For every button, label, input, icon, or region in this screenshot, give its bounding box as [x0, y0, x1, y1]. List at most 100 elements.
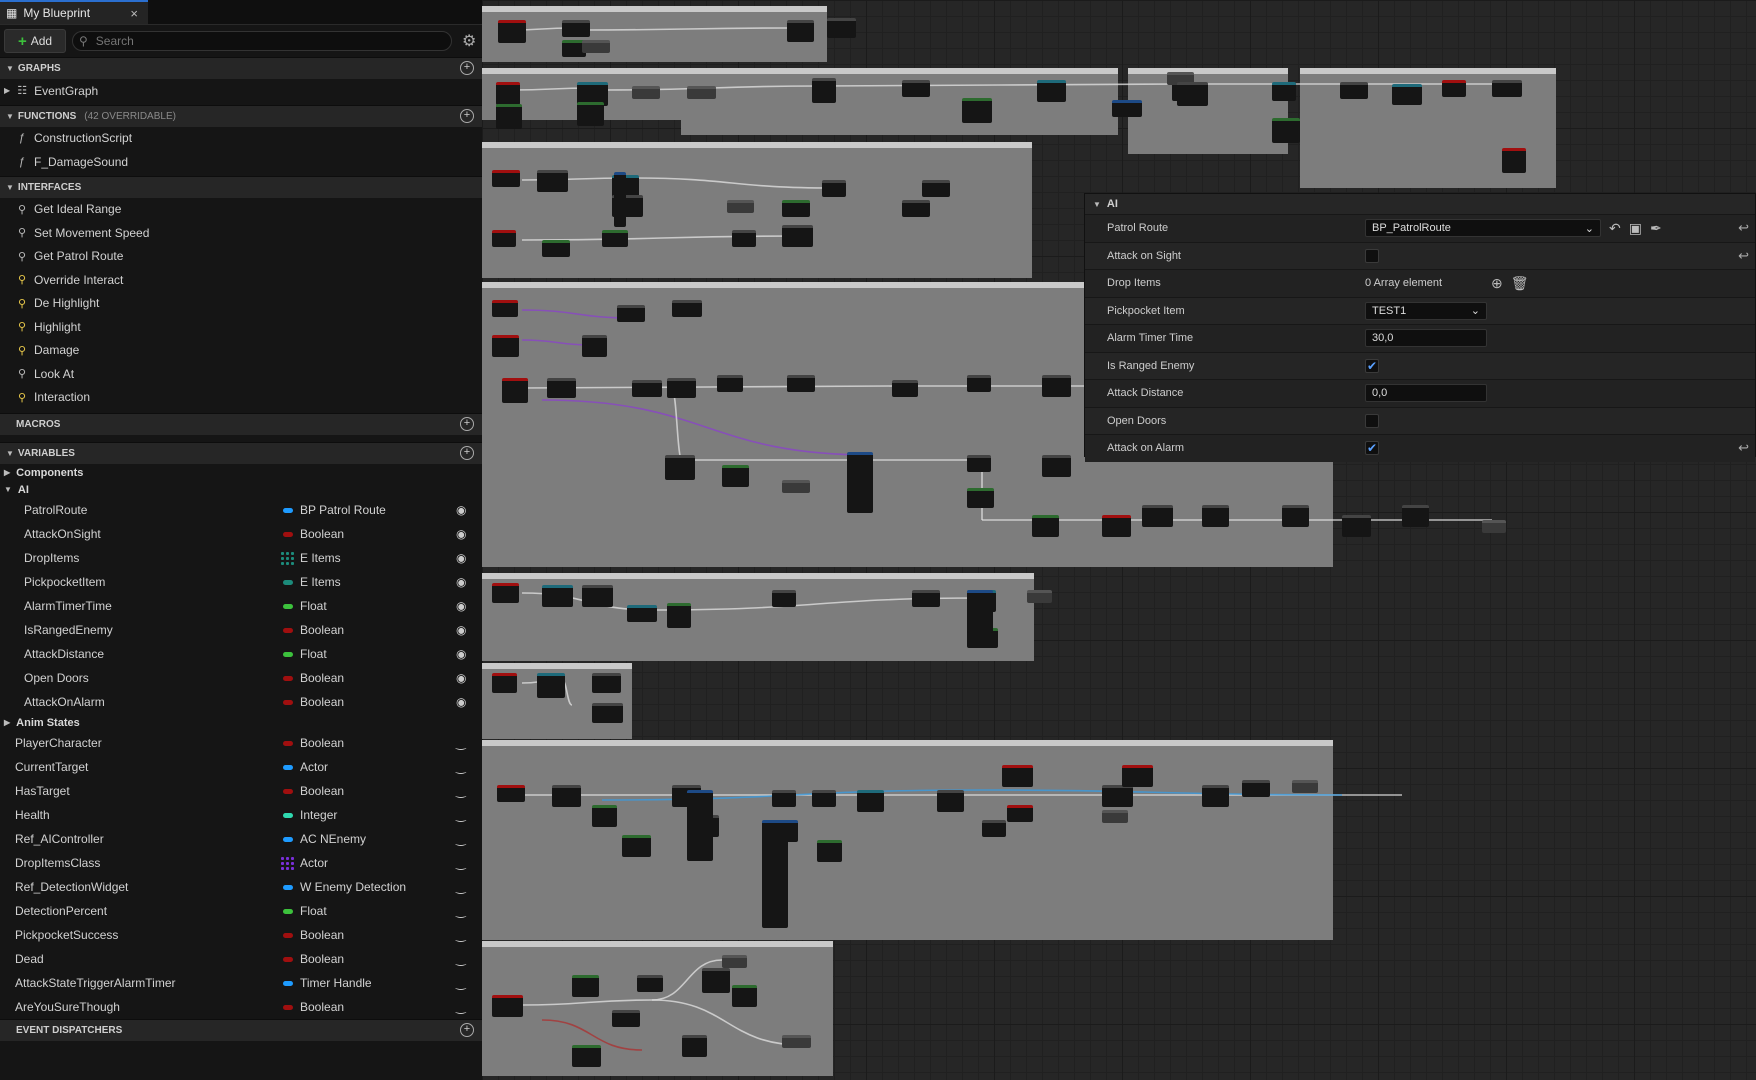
section-graphs[interactable]: ▼ GRAPHS +: [0, 57, 482, 79]
graph-node[interactable]: [967, 590, 993, 633]
graph-node[interactable]: [967, 375, 991, 392]
variable-item[interactable]: PatrolRoute BP Patrol Route ◉: [0, 498, 482, 522]
category-ai[interactable]: ▼ AI: [0, 481, 482, 498]
graph-node[interactable]: [492, 170, 520, 187]
graph-node[interactable]: [1282, 505, 1309, 527]
variable-item[interactable]: DropItemsClass Actor ‿: [0, 851, 482, 875]
attack-on-alarm-checkbox[interactable]: ✔: [1365, 441, 1379, 456]
graph-node[interactable]: [682, 1035, 707, 1057]
graph-node[interactable]: [496, 82, 520, 105]
graph-node[interactable]: [967, 488, 994, 508]
section-event-dispatchers[interactable]: EVENT DISPATCHERS +: [0, 1019, 482, 1041]
search-box[interactable]: ⚲: [72, 31, 452, 51]
graph-node[interactable]: [982, 820, 1006, 837]
eye-closed-icon[interactable]: ‿: [456, 736, 466, 750]
graph-node[interactable]: [632, 86, 660, 99]
graph-node[interactable]: [1502, 148, 1526, 173]
graph-node[interactable]: [1492, 80, 1522, 97]
graph-node[interactable]: [572, 975, 599, 997]
graph-node[interactable]: [1342, 515, 1371, 537]
interface-item[interactable]: ⚲ Highlight: [0, 315, 482, 339]
graph-node[interactable]: [632, 380, 662, 397]
variable-item[interactable]: AttackDistance Float ◉: [0, 642, 482, 666]
graph-node[interactable]: [492, 673, 517, 693]
graph-node[interactable]: [492, 995, 523, 1017]
graph-node[interactable]: [1202, 505, 1229, 527]
graph-node[interactable]: [592, 703, 623, 723]
eye-closed-icon[interactable]: ‿: [456, 904, 466, 918]
graph-node[interactable]: [1032, 515, 1059, 537]
add-variable-icon[interactable]: +: [460, 446, 474, 460]
graph-node[interactable]: [1272, 82, 1296, 101]
variable-item[interactable]: AttackOnSight Boolean ◉: [0, 522, 482, 546]
interface-item[interactable]: ⚲ Set Movement Speed: [0, 221, 482, 245]
graph-node[interactable]: [582, 335, 607, 357]
section-interfaces[interactable]: ▼ INTERFACES: [0, 175, 482, 198]
graph-node[interactable]: [492, 300, 518, 317]
graph-node[interactable]: [892, 380, 918, 397]
pickpocket-item-dropdown[interactable]: TEST1 ⌄: [1365, 301, 1487, 320]
graph-node[interactable]: [492, 335, 519, 357]
section-variables[interactable]: ▼ VARIABLES +: [0, 442, 482, 464]
graph-node[interactable]: [547, 378, 576, 398]
eye-icon[interactable]: ◉: [456, 503, 466, 517]
graph-node[interactable]: [614, 172, 626, 227]
eye-closed-icon[interactable]: ‿: [456, 1000, 466, 1014]
eye-icon[interactable]: ◉: [456, 647, 466, 661]
graph-node[interactable]: [822, 180, 846, 197]
graph-node[interactable]: [672, 300, 702, 317]
graph-node[interactable]: [1037, 80, 1066, 102]
interface-item[interactable]: ⚲ Damage: [0, 339, 482, 363]
graph-canvas[interactable]: [482, 0, 1756, 1080]
tab-my-blueprint[interactable]: ▦ My Blueprint ×: [0, 0, 148, 24]
details-category-ai[interactable]: ▼ AI: [1085, 194, 1755, 214]
gear-icon[interactable]: ⚙: [462, 31, 476, 51]
add-graph-icon[interactable]: +: [460, 61, 474, 75]
graph-node[interactable]: [772, 790, 796, 807]
graph-node[interactable]: [1142, 505, 1173, 527]
add-button[interactable]: + Add: [4, 29, 66, 53]
graph-node[interactable]: [492, 583, 519, 603]
eye-closed-icon[interactable]: ‿: [456, 760, 466, 774]
graph-node[interactable]: [1392, 84, 1422, 105]
add-dispatcher-icon[interactable]: +: [460, 1023, 474, 1037]
graph-node[interactable]: [1482, 520, 1506, 533]
variable-item[interactable]: Open Doors Boolean ◉: [0, 666, 482, 690]
graph-node[interactable]: [937, 790, 964, 812]
eye-closed-icon[interactable]: ‿: [456, 976, 466, 990]
graph-node[interactable]: [1292, 780, 1318, 793]
graph-node[interactable]: [592, 673, 621, 693]
attack-on-sight-checkbox[interactable]: [1365, 248, 1379, 263]
eye-icon[interactable]: ◉: [456, 551, 466, 565]
graph-node[interactable]: [1340, 82, 1368, 99]
graph-node[interactable]: [492, 230, 516, 247]
graph-node[interactable]: [542, 585, 573, 607]
graph-node[interactable]: [552, 785, 581, 807]
section-macros[interactable]: MACROS +: [0, 413, 482, 435]
graph-node[interactable]: [637, 975, 663, 992]
graph-node[interactable]: [1242, 780, 1270, 797]
interface-item[interactable]: ⚲ Get Patrol Route: [0, 245, 482, 269]
graph-node[interactable]: [572, 1045, 601, 1067]
eye-icon[interactable]: ◉: [456, 695, 466, 709]
variable-item[interactable]: DropItems E Items ◉: [0, 546, 482, 570]
variable-item[interactable]: AttackOnAlarm Boolean ◉: [0, 690, 482, 714]
graph-node[interactable]: [847, 452, 873, 513]
eye-icon[interactable]: ◉: [456, 671, 466, 685]
graph-node[interactable]: [732, 230, 756, 247]
patrol-route-dropdown[interactable]: BP_PatrolRoute ⌄: [1365, 219, 1601, 238]
graph-node[interactable]: [577, 102, 604, 126]
graph-node[interactable]: [787, 375, 815, 392]
use-selected-icon[interactable]: ↶: [1609, 220, 1621, 237]
eyedropper-icon[interactable]: ✒: [1650, 220, 1662, 237]
graph-node[interactable]: [967, 455, 991, 472]
eye-closed-icon[interactable]: ‿: [456, 808, 466, 822]
graph-node[interactable]: [962, 98, 992, 123]
graph-node[interactable]: [622, 835, 651, 857]
category-anim-states[interactable]: ▶ Anim States: [0, 714, 482, 731]
eye-closed-icon[interactable]: ‿: [456, 856, 466, 870]
interface-item[interactable]: ⚲ De Highlight: [0, 292, 482, 316]
graph-node[interactable]: [1272, 118, 1300, 143]
open-doors-checkbox[interactable]: [1365, 413, 1379, 428]
add-function-icon[interactable]: +: [460, 108, 474, 123]
